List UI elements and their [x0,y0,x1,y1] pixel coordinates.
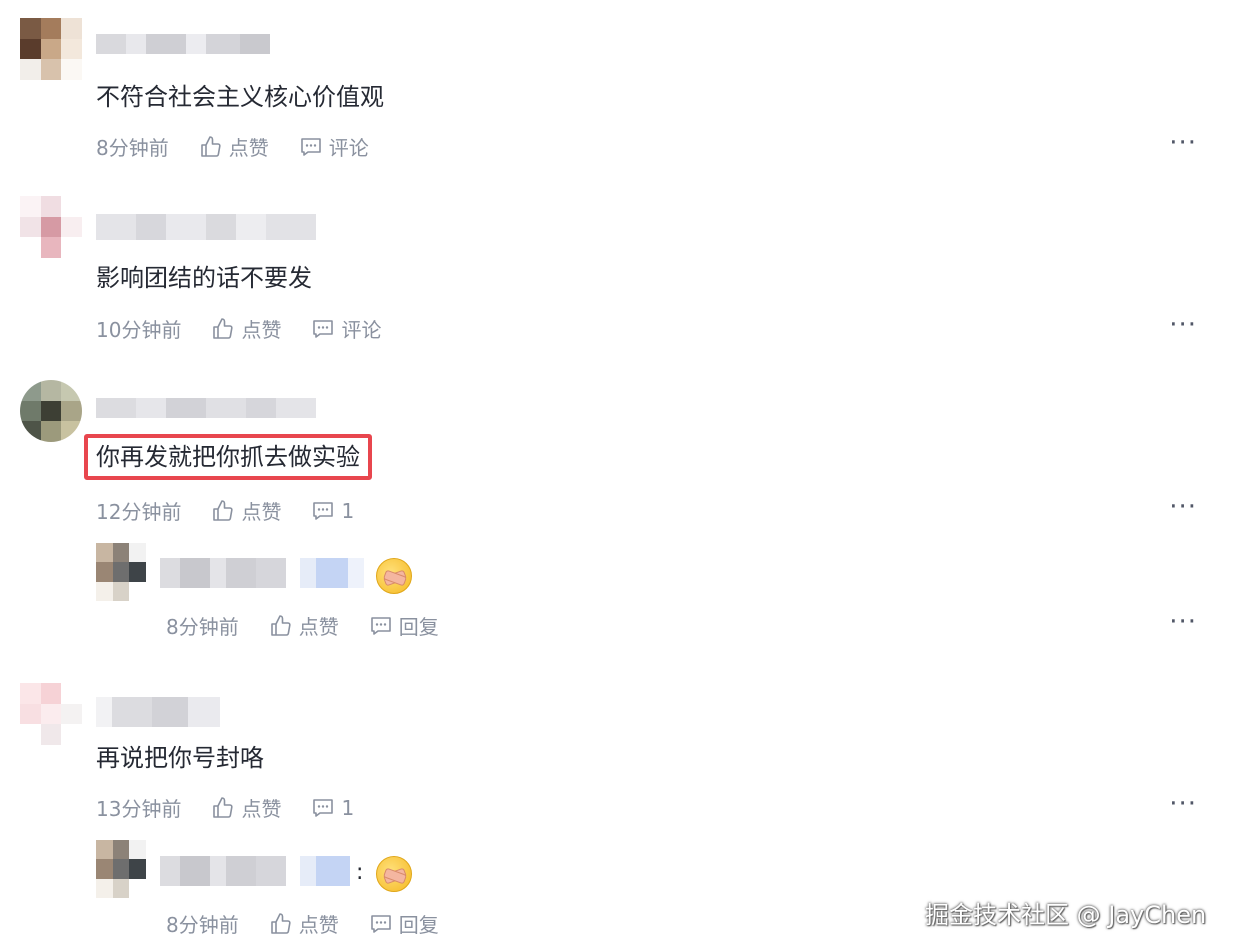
more-options-button[interactable]: ··· [1169,789,1197,819]
avatar[interactable] [20,683,82,745]
comment-bubble-icon [370,616,391,635]
like-label: 点赞 [241,318,282,342]
avatar[interactable] [20,380,82,442]
reply-username-blurred[interactable] [160,856,286,886]
comment-button[interactable]: 评论 [311,314,381,343]
more-options-button[interactable]: ··· [1169,310,1197,340]
comment-time: 12分钟前 [96,500,182,524]
comment-time: 8分钟前 [96,136,169,160]
like-label: 点赞 [298,913,339,937]
username-blurred[interactable] [96,214,316,240]
like-button[interactable]: 点赞 [211,314,281,343]
username-blurred[interactable] [96,398,316,418]
comment-button[interactable]: 评论 [299,132,369,161]
reply-button[interactable]: 回复 [369,611,439,640]
comment-button[interactable]: 1 [311,796,354,820]
reply-time: 8分钟前 [166,913,239,937]
comment-label: 评论 [328,136,369,160]
comment-button[interactable]: 1 [311,499,354,523]
reply-mention-blurred[interactable] [300,856,350,886]
comment-text: 不符合社会主义核心价值观 [96,83,384,111]
comment-time: 13分钟前 [96,797,182,821]
reply-mention-blurred[interactable] [300,558,364,588]
comment-meta: 8分钟前 点赞 评论 [96,132,399,161]
comment-text-highlighted: 你再发就把你抓去做实验 [84,434,372,480]
comment-bubble-icon [313,319,334,338]
more-options-button[interactable]: ··· [1169,607,1197,637]
comment-time: 10分钟前 [96,318,182,342]
comment-text: 再说把你号封咯 [96,744,264,772]
reply-label: 回复 [398,615,439,639]
thumbs-up-icon [213,499,234,521]
username-blurred[interactable] [96,697,220,727]
comment-bubble-icon [313,501,334,520]
zipper-mouth-emoji-icon [376,558,412,594]
thumbs-up-icon [270,912,291,934]
comment-meta: 13分钟前 点赞 1 [96,793,384,822]
more-options-button[interactable]: ··· [1169,492,1197,522]
like-label: 点赞 [228,136,269,160]
comment-bubble-icon [313,798,334,817]
thumbs-up-icon [200,135,221,157]
like-button[interactable]: 点赞 [211,496,281,525]
more-options-button[interactable]: ··· [1169,128,1197,158]
comment-label: 评论 [341,318,382,342]
like-button[interactable]: 点赞 [269,611,339,640]
reply-separator: : [356,860,364,885]
avatar[interactable] [20,196,82,258]
like-label: 点赞 [241,500,282,524]
thumbs-up-icon [213,317,234,339]
like-button[interactable]: 点赞 [269,909,339,938]
avatar[interactable] [20,18,82,80]
reply-avatar[interactable] [96,840,146,898]
reply-meta: 8分钟前 点赞 回复 [166,611,469,640]
zipper-mouth-emoji-icon [376,856,412,892]
comment-text: 影响团结的话不要发 [96,264,312,292]
reply-button[interactable]: 回复 [369,909,439,938]
like-button[interactable]: 点赞 [199,132,269,161]
like-label: 点赞 [298,615,339,639]
reply-meta: 8分钟前 点赞 回复 [166,909,469,938]
watermark: 掘金技术社区 @ JayChen [925,901,1207,929]
comment-count: 1 [341,795,355,820]
reply-time: 8分钟前 [166,615,239,639]
like-button[interactable]: 点赞 [211,793,281,822]
reply-label: 回复 [398,913,439,937]
comment-meta: 10分钟前 点赞 评论 [96,314,411,343]
comment-meta: 12分钟前 点赞 1 [96,496,384,525]
thumbs-up-icon [270,614,291,636]
like-label: 点赞 [241,797,282,821]
username-blurred[interactable] [96,34,270,54]
comment-bubble-icon [300,137,321,156]
thumbs-up-icon [213,796,234,818]
reply-avatar[interactable] [96,543,146,601]
comment-bubble-icon [370,914,391,933]
comment-count: 1 [341,498,355,523]
reply-username-blurred[interactable] [160,558,286,588]
